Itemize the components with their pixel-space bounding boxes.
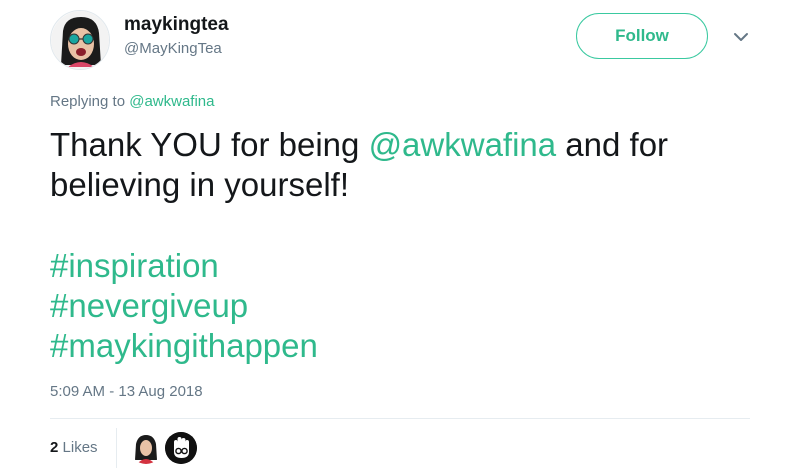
divider [50, 418, 750, 419]
user-handle[interactable]: @MayKingTea [124, 39, 229, 59]
hashtag-link[interactable]: #maykingithappen [50, 326, 318, 366]
replying-to-link[interactable]: @awkwafina [129, 93, 214, 110]
vertical-divider [116, 428, 117, 468]
avatar[interactable] [50, 10, 110, 70]
user-names: maykingtea @MayKingTea [124, 13, 229, 59]
hashtag-link[interactable]: #nevergiveup [50, 286, 318, 326]
display-name[interactable]: maykingtea [124, 13, 229, 37]
hashtag-list: #inspiration #nevergiveup #maykingithapp… [50, 246, 318, 366]
tweet-header: maykingtea @MayKingTea Follow [50, 8, 760, 72]
follow-button[interactable]: Follow [576, 13, 708, 59]
liker-avatar[interactable] [165, 432, 197, 464]
chevron-down-icon[interactable] [730, 26, 752, 48]
avatar-image [51, 11, 109, 69]
replying-to: Replying to @awkwafina [50, 92, 214, 112]
likes-label: Likes [62, 439, 98, 456]
tweet-timestamp[interactable]: 5:09 AM - 13 Aug 2018 [50, 382, 203, 402]
hashtag-link[interactable]: #inspiration [50, 246, 318, 286]
mention-link[interactable]: @awkwafina [369, 126, 557, 163]
tweet-text: Thank YOU for being @awkwafina and for b… [50, 125, 750, 205]
replying-prefix: Replying to [50, 93, 126, 110]
liker-avatar[interactable] [130, 432, 162, 464]
likes-stat[interactable]: 2 Likes [50, 438, 98, 458]
likes-count: 2 [50, 439, 59, 456]
tweet-text-part1: Thank YOU for being [50, 126, 369, 163]
